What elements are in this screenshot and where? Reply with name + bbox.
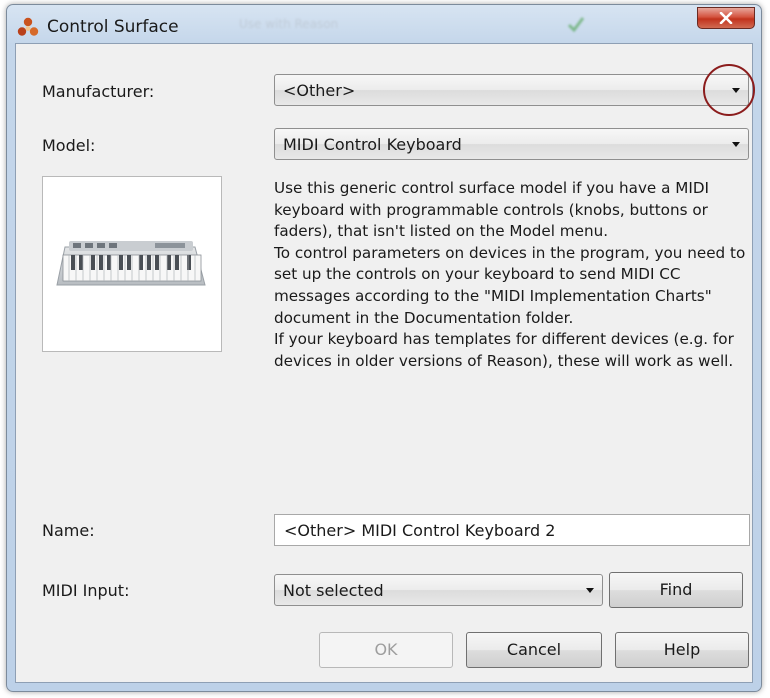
manufacturer-label: Manufacturer: [42, 82, 155, 101]
model-dropdown[interactable]: MIDI Control Keyboard [274, 128, 749, 160]
midi-input-label: MIDI Input: [42, 581, 130, 600]
dialog-body: Manufacturer: <Other> Model: MIDI Contro… [15, 43, 756, 683]
reason-app-icon [17, 17, 39, 37]
model-preview-image [42, 176, 222, 352]
description-paragraph: Use this generic control surface model i… [274, 179, 709, 241]
midi-input-dropdown[interactable]: Not selected [274, 574, 603, 606]
close-button[interactable] [697, 7, 755, 29]
chevron-down-icon[interactable] [586, 588, 594, 593]
midi-input-selected: Not selected [283, 581, 384, 600]
description-paragraph: To control parameters on devices in the … [274, 243, 746, 327]
checkmark-icon [567, 15, 585, 33]
name-field-frame [274, 514, 750, 546]
ok-button[interactable]: OK [319, 632, 453, 668]
model-label: Model: [42, 136, 96, 155]
dropdown-highlight-circle [703, 64, 755, 116]
close-icon [719, 12, 733, 24]
model-selected: MIDI Control Keyboard [283, 135, 462, 154]
cancel-button[interactable]: Cancel [466, 632, 602, 668]
title-bar[interactable]: Control Surface Use with Reason [7, 5, 761, 45]
find-button[interactable]: Find [609, 572, 743, 608]
window-title: Control Surface [47, 17, 179, 37]
manufacturer-dropdown[interactable]: <Other> [274, 74, 749, 106]
help-button[interactable]: Help [615, 632, 749, 668]
description-paragraph: If your keyboard has templates for diffe… [274, 330, 734, 370]
model-description: Use this generic control surface model i… [274, 178, 756, 372]
name-label: Name: [42, 521, 95, 540]
background-window-text: Use with Reason [239, 17, 339, 31]
manufacturer-selected: <Other> [283, 81, 356, 100]
name-field[interactable] [275, 515, 749, 545]
midi-keyboard-image [56, 241, 206, 286]
control-surface-dialog: Control Surface Use with Reason Manufact… [6, 4, 762, 692]
chevron-down-icon[interactable] [732, 142, 740, 147]
